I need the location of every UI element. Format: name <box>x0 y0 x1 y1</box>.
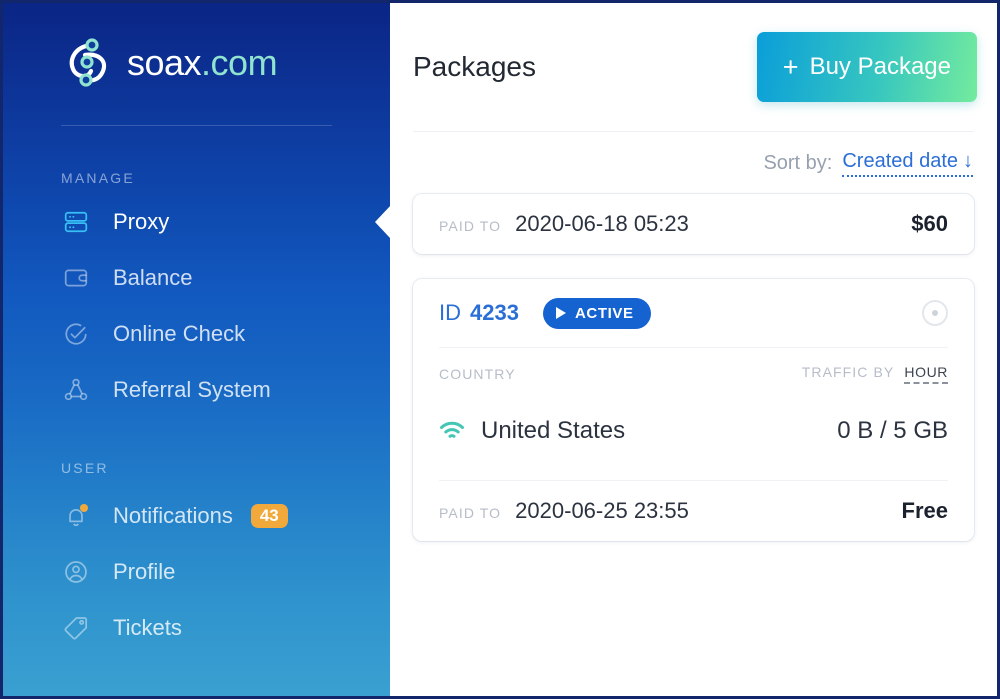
check-circle-icon <box>61 319 91 349</box>
sidebar-item-label: Balance <box>113 265 193 290</box>
package-header-row: ID 4233 ACTIVE <box>413 279 974 347</box>
buy-package-label: Buy Package <box>809 53 951 80</box>
power-toggle-icon[interactable] <box>922 300 948 326</box>
package-amount: Free <box>901 498 948 523</box>
paid-to-value: 2020-06-25 23:55 <box>515 498 689 523</box>
user-circle-icon <box>61 557 91 587</box>
sidebar-section-user-label: USER <box>61 460 109 476</box>
server-icon <box>61 207 91 237</box>
sidebar-item-label: Proxy <box>113 209 170 234</box>
sidebar-item-balance[interactable]: Balance <box>3 250 390 306</box>
sort-by-label: Sort by: <box>763 151 833 174</box>
sidebar-item-referral-system[interactable]: Referral System <box>3 362 390 418</box>
traffic-by-unit-select[interactable]: HOUR <box>904 364 948 384</box>
sort-direction-arrow-icon: ↓ <box>963 149 973 172</box>
traffic-by-label: TRAFFIC BY <box>801 364 895 380</box>
country-name: United States <box>481 417 626 444</box>
share-nodes-icon <box>61 375 91 405</box>
package-id-label: ID <box>439 300 461 325</box>
brand-name-primary: soax <box>127 42 202 83</box>
sidebar-item-label: Referral System <box>113 377 271 402</box>
active-indicator-notch <box>375 205 390 239</box>
sort-by-select[interactable]: Created date ↓ <box>842 150 973 177</box>
brand-name-suffix: .com <box>201 42 278 83</box>
main-content: Packages + Buy Package Sort by: Created … <box>390 3 997 696</box>
sidebar: soax.com MANAGE Proxy Balance Online Che… <box>3 3 390 696</box>
sidebar-item-notifications[interactable]: Notifications 43 <box>3 488 390 544</box>
wifi-icon <box>439 420 465 442</box>
country-label: COUNTRY <box>439 366 516 382</box>
sort-bar: Sort by: Created date ↓ <box>390 132 997 194</box>
tag-icon <box>61 613 91 643</box>
paid-to-label: PAID TO <box>439 218 502 234</box>
paid-to-value: 2020-06-18 05:23 <box>515 211 689 236</box>
package-meta-row: COUNTRY TRAFFIC BY HOUR <box>413 348 974 400</box>
play-icon <box>555 307 566 319</box>
package-card[interactable]: PAID TO 2020-06-18 05:23 $60 <box>413 194 974 254</box>
sidebar-item-label: Notifications <box>113 503 233 528</box>
card-spacer <box>413 462 974 480</box>
paid-to-label: PAID TO <box>439 505 502 521</box>
package-amount: $60 <box>911 211 948 236</box>
package-card[interactable]: ID 4233 ACTIVE COUNTRY TRAFFIC BY HOUR U… <box>413 279 974 541</box>
sidebar-item-online-check[interactable]: Online Check <box>3 306 390 362</box>
package-value-row: United States 0 B / 5 GB <box>413 400 974 462</box>
sidebar-divider <box>61 125 332 126</box>
traffic-value: 0 B / 5 GB <box>837 417 948 444</box>
network-nodes-icon <box>61 35 113 91</box>
packages-list: PAID TO 2020-06-18 05:23 $60 ID 4233 ACT… <box>390 194 997 541</box>
notification-dot <box>80 504 88 512</box>
sidebar-item-label: Tickets <box>113 615 182 640</box>
bell-icon <box>61 501 91 531</box>
app-window: soax.com MANAGE Proxy Balance Online Che… <box>0 0 1000 699</box>
buy-package-button[interactable]: + Buy Package <box>756 32 977 102</box>
page-title: Packages <box>413 51 536 82</box>
sidebar-item-proxy[interactable]: Proxy <box>3 194 390 250</box>
sidebar-item-tickets[interactable]: Tickets <box>3 600 390 656</box>
sidebar-item-label: Online Check <box>113 321 246 346</box>
package-id-value: 4233 <box>470 300 519 325</box>
sidebar-item-label: Profile <box>113 559 176 584</box>
page-header: Packages + Buy Package <box>390 3 997 131</box>
status-badge: ACTIVE <box>542 297 651 329</box>
wallet-icon <box>61 263 91 293</box>
package-paid-row: PAID TO 2020-06-25 23:55 Free <box>413 481 974 541</box>
brand-logo[interactable]: soax.com <box>3 3 390 93</box>
sidebar-item-profile[interactable]: Profile <box>3 544 390 600</box>
sidebar-section-manage-label: MANAGE <box>61 170 135 186</box>
package-paid-row: PAID TO 2020-06-18 05:23 $60 <box>413 194 974 254</box>
brand-name: soax.com <box>127 42 278 84</box>
power-toggle-dot <box>932 310 938 316</box>
status-badge-label: ACTIVE <box>574 304 634 322</box>
plus-icon: + <box>782 51 799 82</box>
sort-by-value: Created date <box>842 149 958 172</box>
notifications-count-badge: 43 <box>250 504 288 528</box>
